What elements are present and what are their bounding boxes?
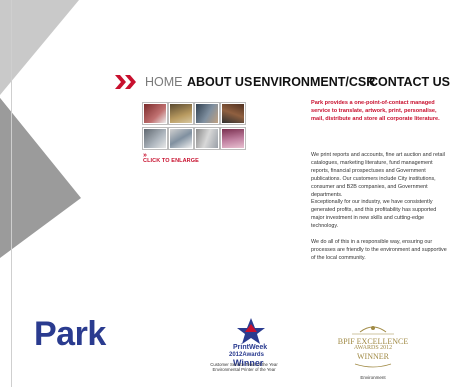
bpif-subtitle: AWARDS 2012 — [353, 345, 393, 351]
thumbnail-image[interactable] — [169, 128, 193, 149]
thumbnail-image[interactable] — [143, 103, 167, 124]
click-to-enlarge-link[interactable]: CLICK TO ENLARGE — [143, 158, 199, 164]
thumbnail-image[interactable] — [195, 128, 219, 149]
body-paragraph: Exceptionally for our industry, we have … — [311, 199, 437, 229]
thumbnail-image[interactable] — [221, 103, 245, 124]
intro-text: Park provides a one-point-of-contact man… — [311, 100, 440, 122]
thumbnail-gallery — [143, 103, 245, 153]
nav-about-us[interactable]: ABOUT US — [187, 75, 252, 89]
body-paragraph: We do all of this in a responsible way, … — [311, 239, 447, 261]
thumbnail-image[interactable] — [143, 128, 167, 149]
thumbnail-image[interactable] — [195, 103, 219, 124]
nav-contact-us[interactable]: CONTACT US — [369, 75, 450, 89]
printweek-caption: Customer Service Team of the Year Enviro… — [190, 362, 298, 372]
nav-home[interactable]: HOME — [145, 75, 183, 89]
double-chevron-right-icon — [115, 75, 136, 89]
left-border-line — [11, 0, 12, 387]
svg-text:Park: Park — [34, 315, 106, 349]
park-logo: Park — [34, 315, 107, 349]
main-navigation: HOME ABOUT US ENVIRONMENT/CSR CONTACT US — [115, 73, 450, 93]
thumbnail-image[interactable] — [221, 128, 245, 149]
svg-text:PrintWeek: PrintWeek — [233, 344, 267, 351]
printweek-caption-line: Environmental Printer of the Year — [212, 367, 276, 373]
thumbnail-image[interactable] — [169, 103, 193, 124]
bpif-caption: Environment — [360, 375, 386, 380]
bpif-winner: WINNER — [357, 352, 389, 361]
body-paragraph: We print reports and accounts, fine art … — [311, 152, 445, 198]
nav-environment-csr[interactable]: ENVIRONMENT/CSR — [253, 75, 375, 89]
